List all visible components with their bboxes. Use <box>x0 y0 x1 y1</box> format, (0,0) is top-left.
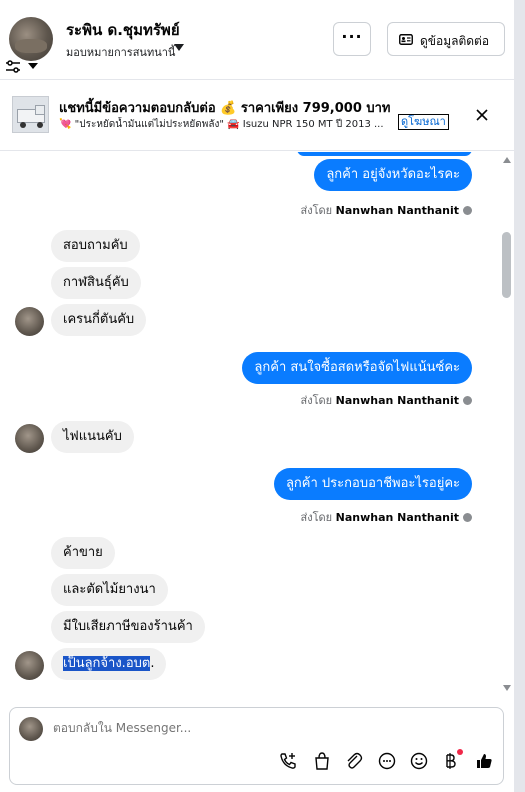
id-card-icon <box>399 34 413 45</box>
window-edge <box>514 0 525 792</box>
message-text-rest: . <box>150 656 155 671</box>
message-bubble-incoming[interactable]: มีใบเสียภาษีของร้านค้า <box>51 611 205 643</box>
paperclip-icon[interactable] <box>344 751 364 771</box>
sent-by-prefix: ส่งโดย <box>300 204 333 217</box>
message-bubble-partial <box>297 152 472 156</box>
selected-text[interactable]: เป็นลูกจ้าง.อบต <box>63 656 151 671</box>
message-bubble-incoming[interactable]: กาฬสินธุ์คับ <box>51 267 141 299</box>
shopping-bag-icon[interactable] <box>312 751 332 771</box>
page-avatar <box>19 717 43 741</box>
thumbs-up-icon[interactable] <box>474 751 494 771</box>
truck-wheel <box>37 122 43 128</box>
reply-composer <box>9 707 504 785</box>
conversation-header: ระพิน ด.ชุมทรัพย์ มอบหมายการสนทนานี้ ···… <box>0 0 514 80</box>
ad-title: แชทนี้มีข้อความตอบกลับต่อ 💰 ราคาเพียง 79… <box>59 101 391 116</box>
assign-conversation-label[interactable]: มอบหมายการสนทนานี้ <box>66 43 175 61</box>
ad-subtitle: 💘 "ประหยัดน้ำมันแต่ไม่ประหยัดพลัง" 🚘 Isu… <box>59 119 384 130</box>
sent-by-prefix: ส่งโดย <box>300 511 333 524</box>
sender-avatar[interactable] <box>15 424 44 453</box>
sliders-icon[interactable] <box>5 60 21 74</box>
sent-by-label: ส่งโดย Nanwhan Nanthanit <box>301 508 472 526</box>
view-contact-info-label: ดูข้อมูลติดต่อ <box>420 34 490 48</box>
message-bubble-incoming[interactable]: ค้าขาย <box>51 537 115 569</box>
message-bubble-incoming[interactable]: และตัดไม้ยางนา <box>51 574 168 606</box>
sender-name: Nanwhan Nanthanit <box>335 394 459 407</box>
message-bubble-outgoing[interactable]: ลูกค้า อยู่จังหวัดอะไรคะ <box>314 159 472 191</box>
scroll-up-arrow-icon[interactable] <box>503 157 511 163</box>
phone-plus-icon[interactable] <box>278 751 298 771</box>
info-icon[interactable] <box>463 206 472 215</box>
message-bubble-incoming[interactable]: ไฟแนนคับ <box>51 421 134 453</box>
sender-name: Nanwhan Nanthanit <box>335 511 459 524</box>
reply-input[interactable] <box>53 721 353 735</box>
truck-cab <box>35 105 45 115</box>
message-bubble-incoming[interactable]: สอบถามคับ <box>51 230 140 262</box>
sender-name: Nanwhan Nanthanit <box>335 204 459 217</box>
message-bubble-outgoing[interactable]: ลูกค้า ประกอบอาชีพอะไรอยู่คะ <box>273 468 472 500</box>
scroll-down-arrow-icon[interactable] <box>503 685 511 691</box>
message-thread[interactable]: ลูกค้า อยู่จังหวัดอะไรคะ ส่งโดย Nanwhan … <box>0 152 500 694</box>
view-ad-link[interactable]: ดูโฆษณา <box>398 114 449 130</box>
sender-avatar[interactable] <box>15 651 44 680</box>
more-options-button[interactable]: ··· <box>333 22 371 56</box>
assign-dropdown-icon[interactable] <box>174 44 184 51</box>
chat-bubble-icon[interactable] <box>377 751 397 771</box>
sender-avatar[interactable] <box>15 307 44 336</box>
ad-thumbnail[interactable] <box>12 96 49 133</box>
info-icon[interactable] <box>463 513 472 522</box>
info-icon[interactable] <box>463 396 472 405</box>
scroll-thumb[interactable] <box>502 232 511 298</box>
sent-by-prefix: ส่งโดย <box>300 394 333 407</box>
contact-avatar[interactable] <box>9 17 53 61</box>
truck-wheel <box>20 122 26 128</box>
message-bubble-incoming[interactable]: เป็นลูกจ้าง.อบต. <box>51 648 167 680</box>
smiley-icon[interactable] <box>409 751 429 771</box>
view-contact-info-button[interactable]: ดูข้อมูลติดต่อ <box>387 22 505 56</box>
chat-scrollbar[interactable] <box>500 152 514 694</box>
contact-name[interactable]: ระพิน ด.ชุมทรัพย์ <box>66 18 180 42</box>
close-icon[interactable] <box>474 107 490 123</box>
message-bubble-outgoing[interactable]: ลูกค้า สนใจซื้อสดหรือจัดไฟแน้นซ์คะ <box>242 352 472 384</box>
ad-reference-banner: แชทนี้มีข้อความตอบกลับต่อ 💰 ราคาเพียง 79… <box>0 80 514 151</box>
chevron-down-icon[interactable] <box>28 63 38 69</box>
message-bubble-incoming[interactable]: เครนกี่ตันคับ <box>51 304 147 336</box>
notification-dot <box>457 749 463 755</box>
sent-by-label: ส่งโดย Nanwhan Nanthanit <box>301 391 472 409</box>
sent-by-label: ส่งโดย Nanwhan Nanthanit <box>301 201 472 219</box>
